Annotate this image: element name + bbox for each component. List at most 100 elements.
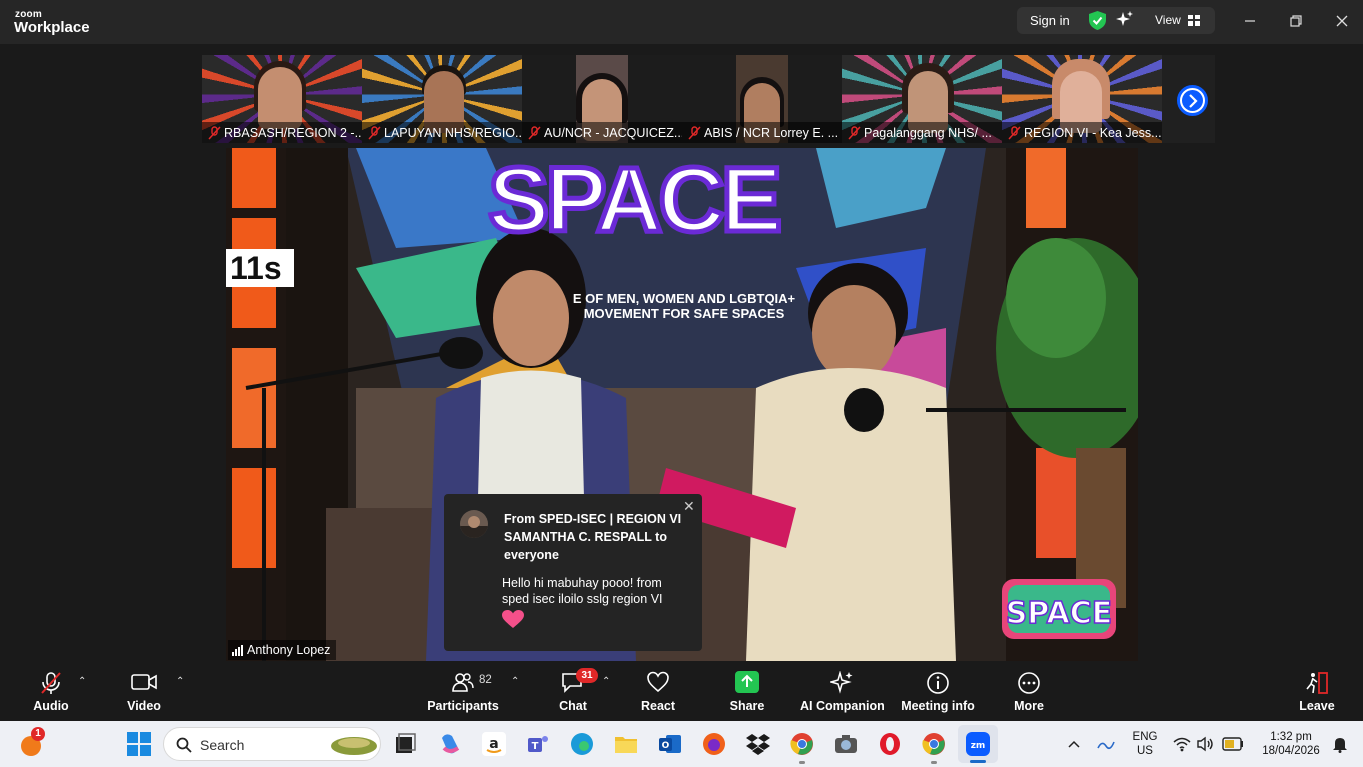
zoom-taskbar-active[interactable]: zm (958, 725, 998, 763)
chat-label: Chat (559, 699, 587, 713)
heart-icon (647, 671, 669, 693)
chat-notification-popup[interactable]: From SPED-ISEC | REGION VI SAMANTHA C. R… (444, 494, 702, 651)
security-shield-icon[interactable] (1089, 11, 1106, 30)
outlook-icon[interactable]: O (658, 732, 682, 756)
event-logo: SPACE (1002, 579, 1116, 639)
app-logo-workplace: Workplace (14, 19, 90, 36)
language-code: ENG (1132, 731, 1158, 743)
next-page-button[interactable] (1177, 85, 1208, 116)
chrome-icon[interactable] (922, 732, 946, 756)
participant-tile[interactable]: REGION VI - Kea Jess... (1002, 55, 1162, 143)
participant-tile[interactable]: RBASASH/REGION 2 -... (202, 55, 362, 143)
amazon-icon[interactable]: a (482, 732, 506, 756)
notification-bell-icon[interactable] (1332, 735, 1348, 753)
chrome-profile-icon[interactable] (790, 732, 814, 756)
taskbar-search-box[interactable]: Search (163, 727, 381, 761)
ai-sparkle-icon[interactable] (1116, 11, 1134, 29)
participant-tile[interactable]: Pagalanggang NHS/ ... (842, 55, 1002, 143)
pen-touch-icon[interactable] (1096, 734, 1116, 754)
video-label: Video (127, 699, 161, 713)
chat-unread-badge: 31 (576, 668, 598, 683)
view-grid-icon (1188, 15, 1200, 26)
windows-start-icon[interactable] (127, 732, 151, 756)
view-button[interactable]: View (1155, 13, 1181, 27)
meeting-info-label: Meeting info (901, 699, 975, 713)
speaker-name: Anthony Lopez (247, 643, 331, 657)
audio-label: Audio (33, 699, 69, 713)
video-options-chevron-icon[interactable]: ⌃ (176, 676, 184, 687)
share-button[interactable]: Share (722, 661, 772, 721)
muted-mic-icon (688, 125, 701, 140)
svg-text:O: O (662, 741, 670, 751)
video-button[interactable]: Video (118, 661, 170, 721)
participant-name: RBASASH/REGION 2 -... (224, 125, 362, 140)
participant-tile[interactable]: ABIS / NCR Lorrey E. ... (682, 55, 842, 143)
svg-text:T: T (532, 741, 539, 752)
sender-avatar (460, 510, 488, 538)
camera-app-icon[interactable] (834, 732, 858, 756)
video-camera-icon (131, 674, 157, 690)
leave-button[interactable]: Leave (1295, 661, 1339, 721)
chat-options-chevron-icon[interactable]: ⌃ (602, 676, 610, 687)
muted-mic-icon (1008, 125, 1021, 140)
battery-icon[interactable] (1222, 737, 1244, 751)
react-label: React (640, 699, 676, 713)
more-ellipsis-icon (1018, 672, 1040, 694)
participants-icon (452, 673, 474, 692)
leave-label: Leave (1299, 699, 1335, 713)
sign-in-button[interactable]: Sign in (1030, 13, 1070, 28)
ai-companion-button[interactable]: AI Companion (800, 661, 885, 721)
participants-button[interactable]: 82 Participants (425, 661, 501, 721)
participant-tile[interactable]: AU/NCR - JACQUICEZ... (522, 55, 682, 143)
audio-button[interactable]: Audio (24, 661, 78, 721)
participants-options-chevron-icon[interactable]: ⌃ (511, 676, 519, 687)
language-indicator[interactable]: ENG US (1128, 730, 1162, 758)
chat-sender-header: From SPED-ISEC | REGION VI SAMANTHA C. R… (504, 512, 682, 562)
tray-chevron-up-icon[interactable] (1066, 736, 1082, 752)
participant-tile[interactable]: LAPUYAN NHS/REGIO... (362, 55, 522, 143)
clock-time: 1:32 pm (1270, 731, 1312, 743)
info-icon (927, 672, 949, 694)
firefox-icon[interactable] (702, 732, 726, 756)
chat-button[interactable]: 31 Chat (548, 661, 598, 721)
opera-icon[interactable] (878, 732, 902, 756)
zoom-app-icon: zm (966, 732, 990, 756)
dropbox-icon[interactable] (746, 732, 770, 756)
top-right-controls: Sign in View (1017, 7, 1215, 34)
close-popup-icon[interactable]: ✕ (683, 498, 695, 515)
clock[interactable]: 1:32 pm 18/04/2026 (1252, 730, 1330, 758)
muted-mic-icon (528, 125, 541, 140)
task-view-icon[interactable] (393, 732, 417, 756)
minimize-icon[interactable] (1240, 11, 1260, 31)
audio-options-chevron-icon[interactable]: ⌃ (78, 676, 86, 687)
search-icon (176, 737, 192, 753)
restore-icon[interactable] (1286, 11, 1306, 31)
svg-text:a: a (489, 736, 498, 752)
running-indicator (799, 761, 805, 764)
copilot-icon[interactable] (438, 732, 462, 756)
edge-browser-icon[interactable] (570, 732, 594, 756)
ai-companion-sparkle-icon (830, 671, 853, 694)
leave-door-icon (1306, 672, 1328, 694)
running-indicator (931, 761, 937, 764)
title-bar: zoom Workplace Sign in View (0, 0, 1363, 44)
heart-emoji-icon (502, 610, 524, 628)
close-window-icon[interactable] (1332, 11, 1352, 31)
speaker-name-tag: Anthony Lopez (228, 640, 337, 660)
clock-date: 18/04/2026 (1262, 745, 1320, 757)
teams-icon[interactable]: T (526, 732, 550, 756)
participant-name: Pagalanggang NHS/ ... (864, 125, 992, 140)
share-label: Share (729, 699, 765, 713)
participant-name: ABIS / NCR Lorrey E. ... (704, 125, 839, 140)
react-button[interactable]: React (634, 661, 682, 721)
participant-name: REGION VI - Kea Jess... (1024, 125, 1162, 140)
chat-message-text: Hello hi mabuhay pooo! from sped isec il… (502, 576, 663, 606)
more-button[interactable]: More (1006, 661, 1052, 721)
meeting-info-button[interactable]: Meeting info (900, 661, 976, 721)
wifi-icon[interactable] (1173, 736, 1191, 752)
muted-mic-icon (41, 672, 61, 694)
volume-icon[interactable] (1197, 736, 1215, 752)
file-explorer-icon[interactable] (614, 732, 638, 756)
participant-name: LAPUYAN NHS/REGIO... (384, 125, 522, 140)
windows-taskbar: 1 Search a T O zm ENG US 1:32 pm 18/04/202… (0, 721, 1363, 767)
